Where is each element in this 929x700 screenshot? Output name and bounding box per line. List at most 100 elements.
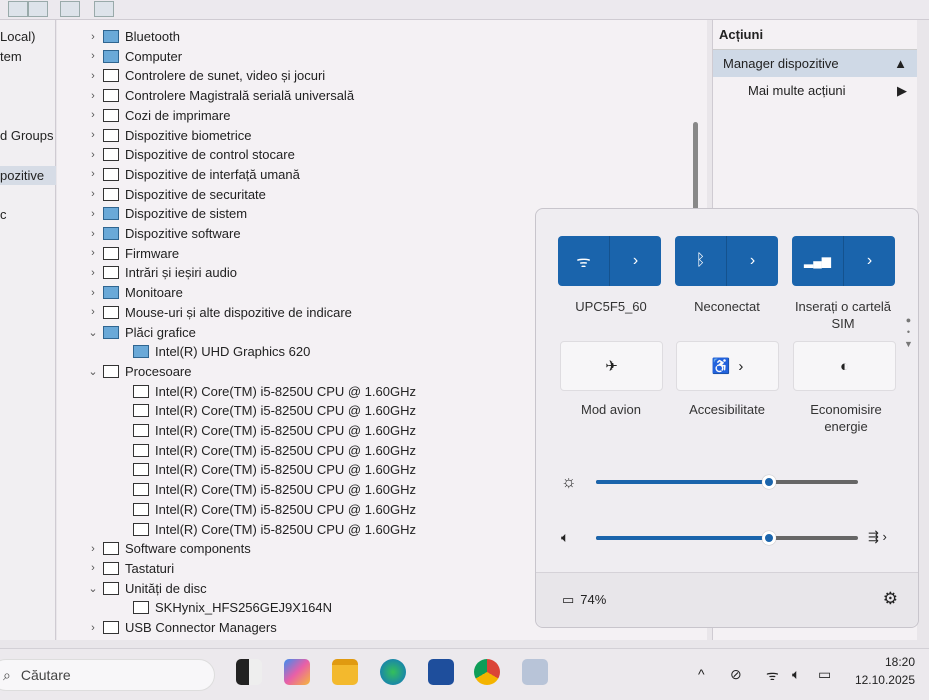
actions-device-manager[interactable]: Manager dispozitive ▲ xyxy=(713,50,917,77)
volume-knob[interactable] xyxy=(761,531,776,545)
chrome-icon[interactable] xyxy=(474,659,500,685)
tree-category[interactable]: › Monitoare xyxy=(87,283,183,302)
expand-arrow-icon[interactable]: › xyxy=(87,70,99,82)
scrollbar-thumb[interactable] xyxy=(693,122,698,212)
tree-category[interactable]: › Dispozitive software xyxy=(87,224,240,243)
device-manager-icon[interactable] xyxy=(522,659,548,685)
bluetooth-tile[interactable]: ᛒ › xyxy=(675,236,778,286)
settings-gear-icon[interactable]: ⚙ xyxy=(883,589,898,609)
toolbar-button[interactable] xyxy=(8,1,28,17)
accessibility-tile[interactable]: ♿ › xyxy=(676,341,779,391)
collapse-arrow-icon[interactable]: ⌄ xyxy=(87,365,99,378)
cellular-chevron-icon[interactable]: › xyxy=(844,236,895,286)
tree-child-item[interactable]: Intel(R) Core(TM) i5-8250U CPU @ 1.60GHz xyxy=(129,460,416,479)
expand-arrow-icon[interactable]: › xyxy=(87,168,99,180)
expand-arrow-icon[interactable]: › xyxy=(87,208,99,220)
expand-arrow-icon[interactable]: › xyxy=(87,267,99,279)
expand-arrow-icon[interactable]: › xyxy=(87,50,99,62)
expand-arrow-icon[interactable]: › xyxy=(87,306,99,318)
expand-arrow-icon[interactable]: › xyxy=(87,562,99,574)
file-explorer-icon[interactable] xyxy=(332,659,358,685)
expand-arrow-icon[interactable]: › xyxy=(87,622,99,634)
tree-category[interactable]: › Controlere de sunet, video și jocuri xyxy=(87,66,325,85)
expand-arrow-icon[interactable]: › xyxy=(87,543,99,555)
tree-category[interactable]: › Mouse-uri și alte dispozitive de indica… xyxy=(87,303,352,322)
expand-arrow-icon[interactable]: › xyxy=(87,188,99,200)
volume-icon[interactable]: 🔈︎ xyxy=(561,529,569,546)
expand-arrow-icon[interactable]: › xyxy=(87,247,99,259)
copilot-icon[interactable] xyxy=(284,659,310,685)
tree-category[interactable]: ⌄ Procesoare xyxy=(87,362,191,381)
tree-category[interactable]: › Dispozitive de interfață umană xyxy=(87,165,300,184)
bluetooth-chevron-icon[interactable]: › xyxy=(727,236,778,286)
energy-saver-tile[interactable]: ◐ xyxy=(793,341,896,391)
expand-arrow-icon[interactable]: › xyxy=(87,228,99,240)
tree-child-item[interactable]: Intel(R) Core(TM) i5-8250U CPU @ 1.60GHz xyxy=(129,520,416,539)
console-tree-item[interactable]: c xyxy=(0,207,7,222)
tree-child-item[interactable]: Intel(R) Core(TM) i5-8250U CPU @ 1.60GHz xyxy=(129,480,416,499)
search-box[interactable]: ⌕ Căutare xyxy=(0,659,215,691)
console-tree-item[interactable]: Local) xyxy=(0,29,35,44)
store-icon[interactable] xyxy=(428,659,454,685)
tree-child-item[interactable]: Intel(R) UHD Graphics 620 xyxy=(129,342,310,361)
wifi-tile[interactable]: ᯤ › xyxy=(558,236,661,286)
cellular-tile[interactable]: ▂▄▆ › xyxy=(792,236,895,286)
tree-category[interactable]: › USB Connector Managers xyxy=(87,618,277,637)
tree-category[interactable]: › Firmware xyxy=(87,244,179,263)
tree-category[interactable]: › Computer xyxy=(87,47,182,66)
console-tree-item-selected[interactable]: pozitive xyxy=(0,166,56,185)
tree-category[interactable]: › Bluetooth xyxy=(87,27,180,46)
collapse-arrow-icon[interactable]: ⌄ xyxy=(87,582,99,595)
battery-tray-icon[interactable]: ▭ xyxy=(818,666,831,683)
tree-child-item[interactable]: Intel(R) Core(TM) i5-8250U CPU @ 1.60GHz xyxy=(129,500,416,519)
expand-arrow-icon[interactable]: › xyxy=(87,31,99,43)
tree-child-item[interactable]: Intel(R) Core(TM) i5-8250U CPU @ 1.60GHz xyxy=(129,382,416,401)
console-tree-item[interactable]: tem xyxy=(0,49,22,64)
expand-arrow-icon[interactable]: › xyxy=(87,90,99,102)
page-scroll-indicator[interactable]: ● • ▼ xyxy=(904,314,913,350)
tree-category[interactable]: › Cozi de imprimare xyxy=(87,106,230,125)
tree-category[interactable]: › Dispozitive de securitate xyxy=(87,185,266,204)
expand-arrow-icon[interactable]: › xyxy=(87,109,99,121)
edge-icon[interactable] xyxy=(380,659,406,685)
location-off-icon[interactable]: ⊘ xyxy=(730,666,742,683)
tree-child-item[interactable]: Intel(R) Core(TM) i5-8250U CPU @ 1.60GHz xyxy=(129,421,416,440)
bluetooth-icon[interactable]: ᛒ xyxy=(675,236,727,286)
audio-output-icon[interactable]: ⇶ › xyxy=(868,529,887,545)
tree-category[interactable]: › Dispozitive biometrice xyxy=(87,126,251,145)
expand-arrow-icon[interactable]: › xyxy=(87,129,99,141)
wifi-tray-icon[interactable]: ᯤ xyxy=(766,666,779,685)
wifi-icon[interactable]: ᯤ xyxy=(558,236,610,286)
tree-category[interactable]: › Software components xyxy=(87,539,251,558)
brightness-slider[interactable] xyxy=(596,475,858,489)
toolbar-button[interactable] xyxy=(94,1,114,17)
tree-item-label: Dispozitive de securitate xyxy=(125,186,266,202)
tree-category[interactable]: › Controlere Magistrală serială universal… xyxy=(87,86,354,105)
tree-category[interactable]: › Tastaturi xyxy=(87,559,174,578)
airplane-mode-tile[interactable]: ✈ xyxy=(560,341,663,391)
volume-slider[interactable] xyxy=(596,531,858,545)
tree-category[interactable]: ⌄ Unități de disc xyxy=(87,579,206,598)
tree-child-item[interactable]: SKHynix_HFS256GEJ9X164N xyxy=(129,598,332,617)
tree-category[interactable]: › Intrări și ieșiri audio xyxy=(87,263,237,282)
toolbar-button[interactable] xyxy=(28,1,48,17)
console-tree-item[interactable]: d Groups xyxy=(0,128,53,143)
toolbar-button[interactable] xyxy=(60,1,80,17)
clock[interactable]: 18:20 12.10.2025 xyxy=(855,653,915,689)
collapse-arrow-icon[interactable]: ⌄ xyxy=(87,326,99,339)
tree-child-item[interactable]: Intel(R) Core(TM) i5-8250U CPU @ 1.60GHz xyxy=(129,401,416,420)
task-view-icon[interactable] xyxy=(236,659,262,685)
tree-category[interactable]: › Dispozitive de sistem xyxy=(87,204,247,223)
expand-arrow-icon[interactable]: › xyxy=(87,287,99,299)
wifi-chevron-icon[interactable]: › xyxy=(610,236,661,286)
battery-status[interactable]: ▭ 74% xyxy=(562,592,606,608)
more-actions[interactable]: Mai multe acțiuni ▶ xyxy=(713,77,917,99)
tree-category[interactable]: › Dispozitive de control stocare xyxy=(87,145,295,164)
expand-arrow-icon[interactable]: › xyxy=(87,149,99,161)
tree-category[interactable]: ⌄ Plăci grafice xyxy=(87,323,195,342)
cellular-icon[interactable]: ▂▄▆ xyxy=(792,236,844,286)
show-hidden-icons[interactable]: ^ xyxy=(698,666,705,682)
brightness-knob[interactable] xyxy=(761,475,776,489)
tree-child-item[interactable]: Intel(R) Core(TM) i5-8250U CPU @ 1.60GHz xyxy=(129,441,416,460)
volume-tray-icon[interactable]: 🔈︎ xyxy=(792,666,800,683)
